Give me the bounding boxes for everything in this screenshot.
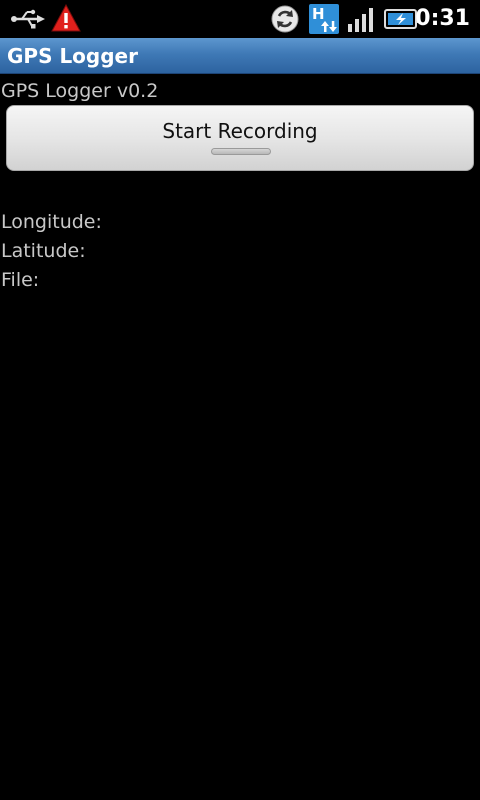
start-recording-label: Start Recording bbox=[162, 119, 318, 143]
title-bar: GPS Logger bbox=[0, 38, 480, 74]
version-text: GPS Logger v0.2 bbox=[1, 80, 159, 102]
signal-icon bbox=[348, 8, 373, 32]
hsdpa-badge-text: H bbox=[312, 5, 325, 23]
status-bar-clock: 0:31 bbox=[415, 6, 470, 31]
status-bar: H 0:31 bbox=[0, 0, 480, 38]
toggle-indicator bbox=[211, 148, 271, 155]
warning-icon bbox=[51, 4, 81, 32]
file-label: File: bbox=[1, 269, 40, 291]
usb-icon bbox=[11, 9, 45, 29]
hsdpa-icon: H bbox=[309, 4, 339, 34]
longitude-label: Longitude: bbox=[1, 211, 102, 233]
sync-icon bbox=[271, 5, 299, 33]
start-recording-button[interactable]: Start Recording bbox=[6, 105, 474, 171]
app-title: GPS Logger bbox=[7, 44, 138, 68]
latitude-label: Latitude: bbox=[1, 240, 86, 262]
